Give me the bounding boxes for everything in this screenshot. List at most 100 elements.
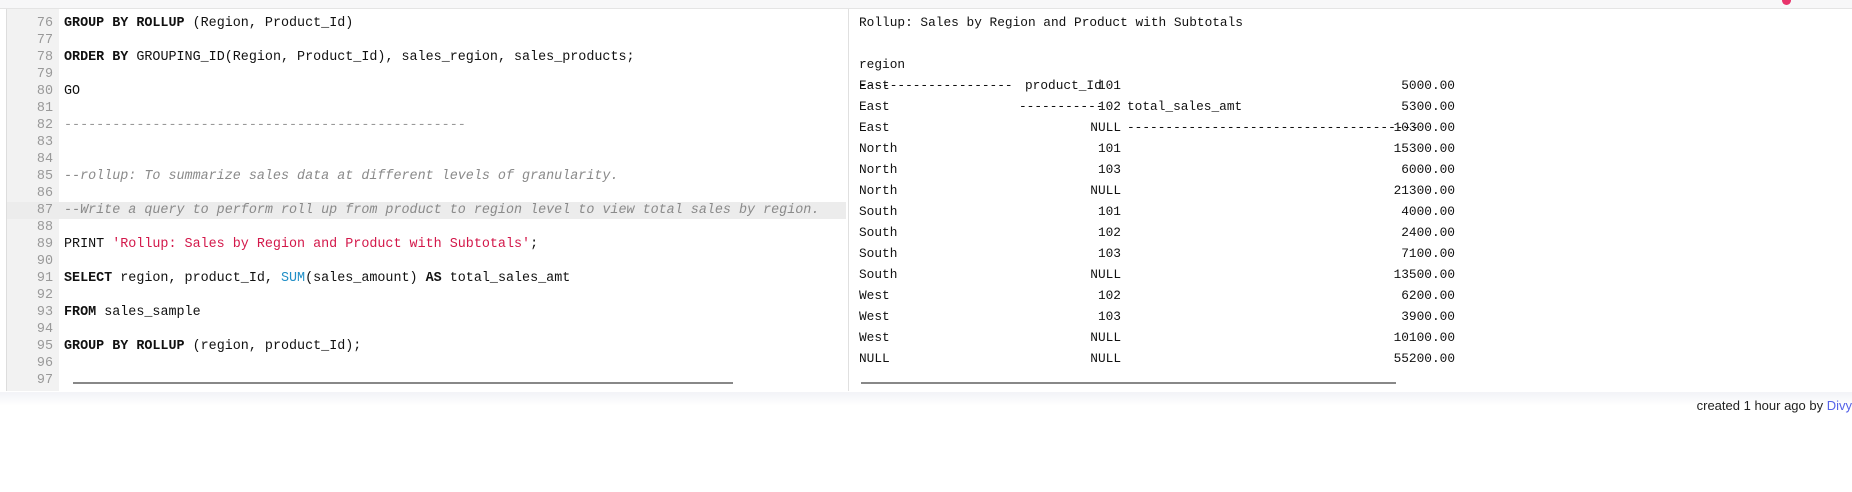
code-line[interactable]: 88 xyxy=(7,219,846,236)
line-number: 89 xyxy=(36,237,53,252)
result-cell: West xyxy=(859,330,890,345)
code-token: 'Rollup: Sales by Region and Product wit… xyxy=(112,237,531,252)
result-cell: 101 xyxy=(1097,204,1121,219)
result-cell: East xyxy=(859,120,890,135)
code-line[interactable]: 95 GROUP BY ROLLUP (region, product_Id); xyxy=(7,338,846,355)
result-cell: West xyxy=(859,288,890,303)
created-info: created 1 hour ago by Divy xyxy=(1697,398,1852,413)
result-row: East 101 5000.00 xyxy=(849,75,1549,96)
line-number: 96 xyxy=(36,356,53,371)
line-number: 85 xyxy=(36,169,53,184)
code-line[interactable]: 94 xyxy=(7,321,846,338)
result-cell: 103 xyxy=(1097,309,1121,324)
code-line[interactable]: 96 xyxy=(7,355,846,372)
result-cell: NULL xyxy=(1090,120,1121,135)
code-token: (region, product_Id); xyxy=(184,339,362,354)
code-line[interactable]: 84 xyxy=(7,151,846,168)
code-editor[interactable]: 76 GROUP BY ROLLUP (Region, Product_Id) 77… xyxy=(6,9,846,391)
code-line[interactable]: 87 --Write a query to perform roll up fro… xyxy=(7,202,846,219)
code-line[interactable]: 82 --------------------------------------… xyxy=(7,117,846,134)
code-token: SELECT xyxy=(64,271,113,286)
result-row: North 101 15300.00 xyxy=(849,138,1549,159)
code-token: ----------------------------------------… xyxy=(64,118,466,133)
code-line[interactable]: 97 xyxy=(7,372,846,389)
code-token: --Write a query to perform roll up from … xyxy=(64,203,820,218)
result-cell: North xyxy=(859,183,898,198)
line-number: 88 xyxy=(36,220,53,235)
notification-dot-icon xyxy=(1782,0,1791,5)
code-text: --Write a query to perform roll up from … xyxy=(64,202,819,219)
code-line[interactable]: 93 FROM sales_sample xyxy=(7,304,846,321)
code-text: ----------------------------------------… xyxy=(64,117,466,134)
line-number: 86 xyxy=(36,186,53,201)
code-text: PRINT 'Rollup: Sales by Region and Produ… xyxy=(64,236,538,253)
code-line[interactable]: 91 SELECT region, product_Id, SUM(sales_a… xyxy=(7,270,846,287)
result-cell: South xyxy=(859,204,898,219)
code-line[interactable]: 90 xyxy=(7,253,846,270)
result-cell: 6200.00 xyxy=(1401,288,1455,303)
result-cell: NULL xyxy=(1090,330,1121,345)
line-number: 90 xyxy=(36,254,53,269)
results-separator: -------------------- ----------- -------… xyxy=(849,54,1549,135)
code-token: (sales_amount) xyxy=(305,271,426,286)
result-cell: South xyxy=(859,225,898,240)
code-line[interactable]: 83 xyxy=(7,134,846,151)
result-cell: East xyxy=(859,78,890,93)
result-cell: 7100.00 xyxy=(1401,246,1455,261)
result-row: South 103 7100.00 xyxy=(849,243,1549,264)
results-horizontal-scrollbar[interactable] xyxy=(861,382,1396,384)
result-cell: 103 xyxy=(1097,162,1121,177)
code-text: SELECT region, product_Id, SUM(sales_amo… xyxy=(64,270,570,287)
result-cell: 3900.00 xyxy=(1401,309,1455,324)
code-line[interactable]: 86 xyxy=(7,185,846,202)
result-cell: 103 xyxy=(1097,246,1121,261)
result-cell: West xyxy=(859,309,890,324)
result-row: North 103 6000.00 xyxy=(849,159,1549,180)
result-cell: NULL xyxy=(859,351,890,366)
result-row: South 102 2400.00 xyxy=(849,222,1549,243)
line-number: 84 xyxy=(36,152,53,167)
code-line[interactable]: 77 xyxy=(7,32,846,49)
result-cell: 102 xyxy=(1097,225,1121,240)
line-number: 93 xyxy=(36,305,53,320)
code-line[interactable]: 80 GO xyxy=(7,83,846,100)
result-cell: 5000.00 xyxy=(1401,78,1455,93)
result-cell: 55200.00 xyxy=(1393,351,1455,366)
footer: created 1 hour ago by Divy xyxy=(0,392,1852,492)
result-cell: South xyxy=(859,267,898,282)
code-token: SUM xyxy=(280,271,306,286)
code-token: AS xyxy=(425,271,442,286)
result-cell: North xyxy=(859,162,898,177)
code-line[interactable]: 81 xyxy=(7,100,846,117)
result-cell: 6000.00 xyxy=(1401,162,1455,177)
code-line[interactable]: 89 PRINT 'Rollup: Sales by Region and Pro… xyxy=(7,236,846,253)
code-token: ; xyxy=(530,237,539,252)
result-row: East NULL 10300.00 xyxy=(849,117,1549,138)
code-token: (Region, Product_Id) xyxy=(192,16,354,31)
line-number: 92 xyxy=(36,288,53,303)
line-number: 81 xyxy=(36,101,53,116)
created-text: created 1 hour ago by xyxy=(1696,398,1827,413)
code-text: FROM sales_sample xyxy=(64,304,201,321)
result-row: West 102 6200.00 xyxy=(849,285,1549,306)
code-line[interactable]: 79 xyxy=(7,66,846,83)
code-token: FROM xyxy=(64,305,97,320)
code-line[interactable]: 76 GROUP BY ROLLUP (Region, Product_Id) xyxy=(7,15,846,32)
result-cell: NULL xyxy=(1090,267,1121,282)
code-line[interactable]: 78 ORDER BY GROUPING_ID(Region, Product_I… xyxy=(7,49,846,66)
line-number: 91 xyxy=(36,271,53,286)
line-number: 80 xyxy=(36,84,53,99)
line-number: 87 xyxy=(36,203,53,218)
code-text: GROUP BY ROLLUP (Region, Product_Id) xyxy=(64,15,353,32)
code-line[interactable]: 92 xyxy=(7,287,846,304)
line-number: 78 xyxy=(36,50,53,65)
editor-horizontal-scrollbar[interactable] xyxy=(73,382,733,384)
code-text: --rollup: To summarize sales data at dif… xyxy=(64,168,618,185)
line-number: 97 xyxy=(36,373,53,388)
code-text: ORDER BY GROUPING_ID(Region, Product_Id)… xyxy=(64,49,635,66)
line-number: 83 xyxy=(36,135,53,150)
code-token: ORDER BY xyxy=(64,50,129,65)
code-line[interactable]: 85 --rollup: To summarize sales data at d… xyxy=(7,168,846,185)
author-link[interactable]: Divy xyxy=(1827,398,1852,413)
line-number: 95 xyxy=(36,339,53,354)
